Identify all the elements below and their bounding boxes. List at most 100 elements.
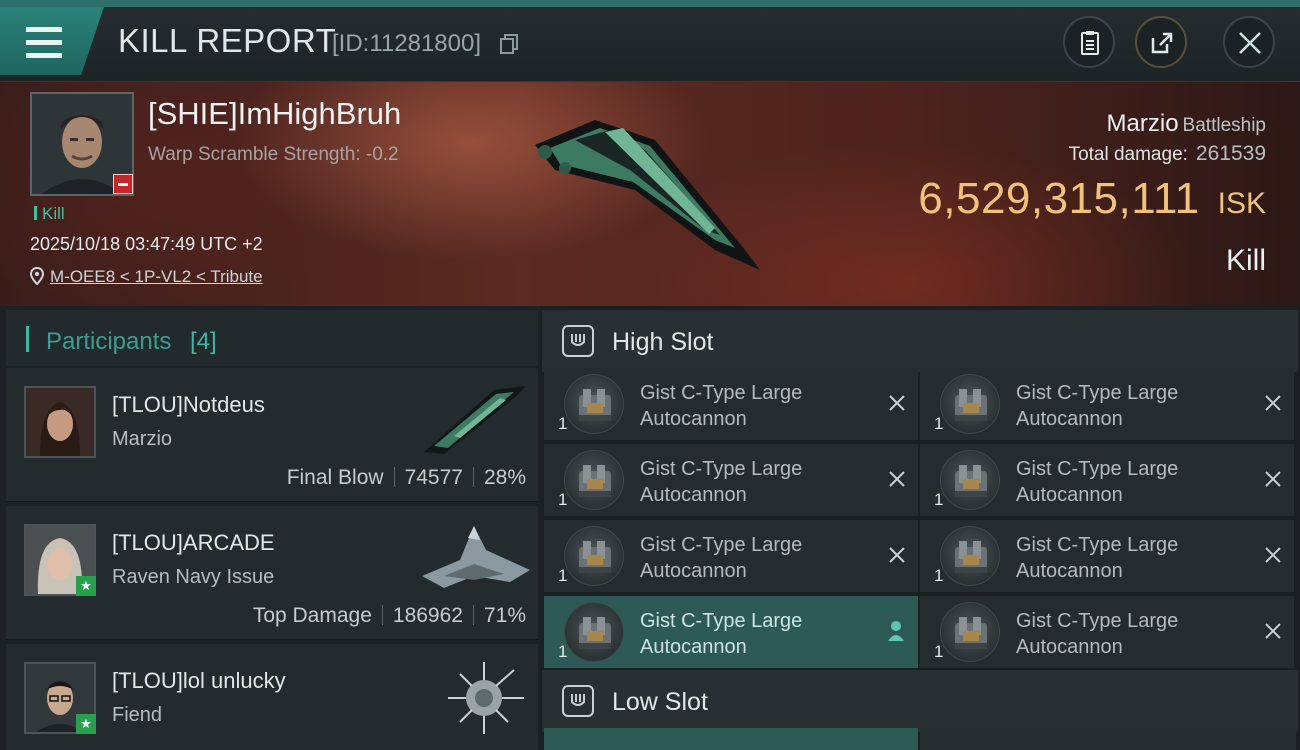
menu-button[interactable] — [0, 7, 104, 75]
autocannon-icon — [564, 374, 624, 434]
participant-ship: Fiend — [112, 704, 163, 726]
close-icon — [1239, 32, 1261, 54]
victim-ship-name: Marzio — [1106, 110, 1179, 137]
participant-stats: Final Blow 74577 28% — [287, 466, 526, 490]
high-slot-item[interactable]: 1 Gist C-Type Large Autocannon — [544, 520, 918, 592]
page-title: KILL REPORT — [118, 22, 337, 59]
module-quantity: 1 — [558, 642, 568, 661]
clipboard-button[interactable] — [1063, 16, 1115, 68]
module-name: Gist C-Type Large Autocannon — [1016, 458, 1179, 506]
participant-ship: Raven Navy Issue — [112, 566, 275, 588]
autocannon-icon — [940, 374, 1000, 434]
star-badge-icon: ★ — [76, 714, 96, 734]
star-badge-icon: ★ — [76, 576, 96, 596]
participant-ship-image — [448, 662, 524, 734]
kill-tag: Kill — [34, 204, 65, 224]
participant-role: Final Blow — [286, 466, 384, 489]
participant-name: [TLOU]ARCADE — [112, 530, 275, 555]
close-button[interactable] — [1223, 16, 1275, 68]
autocannon-icon — [564, 602, 624, 662]
high-slot-title: High Slot — [612, 328, 714, 356]
participant-damage: 74577 — [404, 466, 463, 489]
person-icon — [888, 621, 904, 641]
menu-icon — [26, 27, 62, 32]
isk-row: 6,529,315,111 ISK — [918, 174, 1266, 224]
module-name: Gist C-Type Large Autocannon — [1016, 610, 1179, 658]
low-slot-item[interactable] — [920, 728, 1296, 750]
destroyed-x-icon — [889, 471, 905, 487]
victim-banner: [SHIE]ImHighBruh Warp Scramble Strength:… — [0, 82, 1300, 306]
module-name: Gist C-Type Large Autocannon — [640, 610, 803, 658]
module-name: Gist C-Type Large Autocannon — [1016, 382, 1179, 430]
autocannon-icon — [940, 602, 1000, 662]
participant-ship-image — [422, 526, 530, 588]
module-quantity: 1 — [558, 490, 568, 509]
high-slot-header: High Slot — [542, 310, 1298, 372]
autocannon-icon — [564, 450, 624, 510]
participants-header: Participants [4] — [6, 310, 538, 366]
module-name: Gist C-Type Large Autocannon — [640, 382, 803, 430]
victim-subtitle: Warp Scramble Strength: -0.2 — [148, 144, 399, 165]
share-icon — [1151, 32, 1173, 54]
participant-damage: 186962 — [392, 604, 463, 627]
location-link[interactable]: M-OEE8 < 1P-VL2 < Tribute — [30, 267, 263, 287]
share-button[interactable] — [1135, 16, 1187, 68]
total-damage-value: 261539 — [1195, 142, 1266, 165]
participant-percent: 71% — [483, 604, 526, 627]
autocannon-icon — [564, 526, 624, 586]
module-quantity: 1 — [934, 566, 944, 585]
destroyed-x-icon — [889, 547, 905, 563]
participant-ship: Marzio — [112, 428, 173, 450]
autocannon-icon — [940, 526, 1000, 586]
autocannon-icon — [940, 450, 1000, 510]
high-slot-icon — [562, 325, 594, 357]
participants-count: [4] — [190, 328, 217, 355]
victim-name[interactable]: [SHIE]ImHighBruh — [148, 96, 401, 132]
kill-badge — [113, 174, 133, 194]
low-slot-header: Low Slot — [542, 670, 1298, 732]
participant-card[interactable]: ★ [TLOU]ARCADE Raven Navy Issue Top Dama… — [6, 506, 538, 640]
copy-icon[interactable] — [500, 34, 518, 54]
high-slot-item[interactable]: 1 Gist C-Type Large Autocannon — [544, 444, 918, 516]
victim-ship-class: Battleship — [1182, 115, 1266, 136]
clipboard-icon — [1081, 31, 1099, 55]
module-quantity: 1 — [934, 414, 944, 433]
high-slot-item[interactable]: 1 Gist C-Type Large Autocannon — [920, 520, 1294, 592]
participant-name: [TLOU]lol unlucky — [112, 668, 286, 693]
destroyed-x-icon — [1265, 471, 1281, 487]
participant-ship-image — [424, 386, 526, 454]
participant-card[interactable]: ★ [TLOU]lol unlucky Fiend — [6, 644, 538, 750]
high-slot-item[interactable]: 1 Gist C-Type Large Autocannon — [920, 444, 1294, 516]
location-text[interactable]: M-OEE8 < 1P-VL2 < Tribute — [50, 267, 263, 286]
module-quantity: 1 — [558, 414, 568, 433]
total-damage: Total damage: 261539 — [1069, 142, 1266, 166]
participants-title: Participants — [46, 328, 172, 355]
kill-timestamp: 2025/10/18 03:47:49 UTC +2 — [30, 234, 263, 254]
module-quantity: 1 — [934, 642, 944, 661]
participant-role: Top Damage — [252, 604, 372, 627]
location-pin-icon — [30, 267, 44, 285]
module-name: Gist C-Type Large Autocannon — [640, 534, 803, 582]
modules-panel: High Slot 1 Gist C-Type Large Autocannon 1 G… — [540, 306, 1300, 750]
participant-stats: Top Damage 186962 71% — [253, 604, 526, 628]
module-name: Gist C-Type Large Autocannon — [1016, 534, 1179, 582]
destroyed-x-icon — [1265, 395, 1281, 411]
victim-ship: Marzio Battleship — [1107, 110, 1266, 138]
high-slot-item[interactable]: 1 Gist C-Type Large Autocannon — [920, 368, 1294, 440]
top-bar: KILL REPORT [ID:11281800] — [0, 0, 1300, 82]
low-slot-item[interactable] — [544, 728, 918, 750]
participants-panel: Participants [4] [TLOU]Notdeus Marzio Fi… — [0, 306, 540, 750]
low-slot-title: Low Slot — [612, 688, 708, 716]
isk-value: 6,529,315,111 — [918, 174, 1200, 223]
module-quantity: 1 — [558, 566, 568, 585]
isk-unit: ISK — [1217, 187, 1266, 220]
high-slot-item[interactable]: 1 Gist C-Type Large Autocannon — [544, 368, 918, 440]
high-slot-item[interactable]: 1 Gist C-Type Large Autocannon — [544, 596, 918, 668]
participant-name: [TLOU]Notdeus — [112, 392, 265, 417]
module-name: Gist C-Type Large Autocannon — [640, 458, 803, 506]
destroyed-x-icon — [1265, 547, 1281, 563]
module-quantity: 1 — [934, 490, 944, 509]
participant-card[interactable]: [TLOU]Notdeus Marzio Final Blow 74577 28% — [6, 368, 538, 502]
high-slot-item[interactable]: 1 Gist C-Type Large Autocannon — [920, 596, 1294, 668]
destroyed-x-icon — [1265, 623, 1281, 639]
